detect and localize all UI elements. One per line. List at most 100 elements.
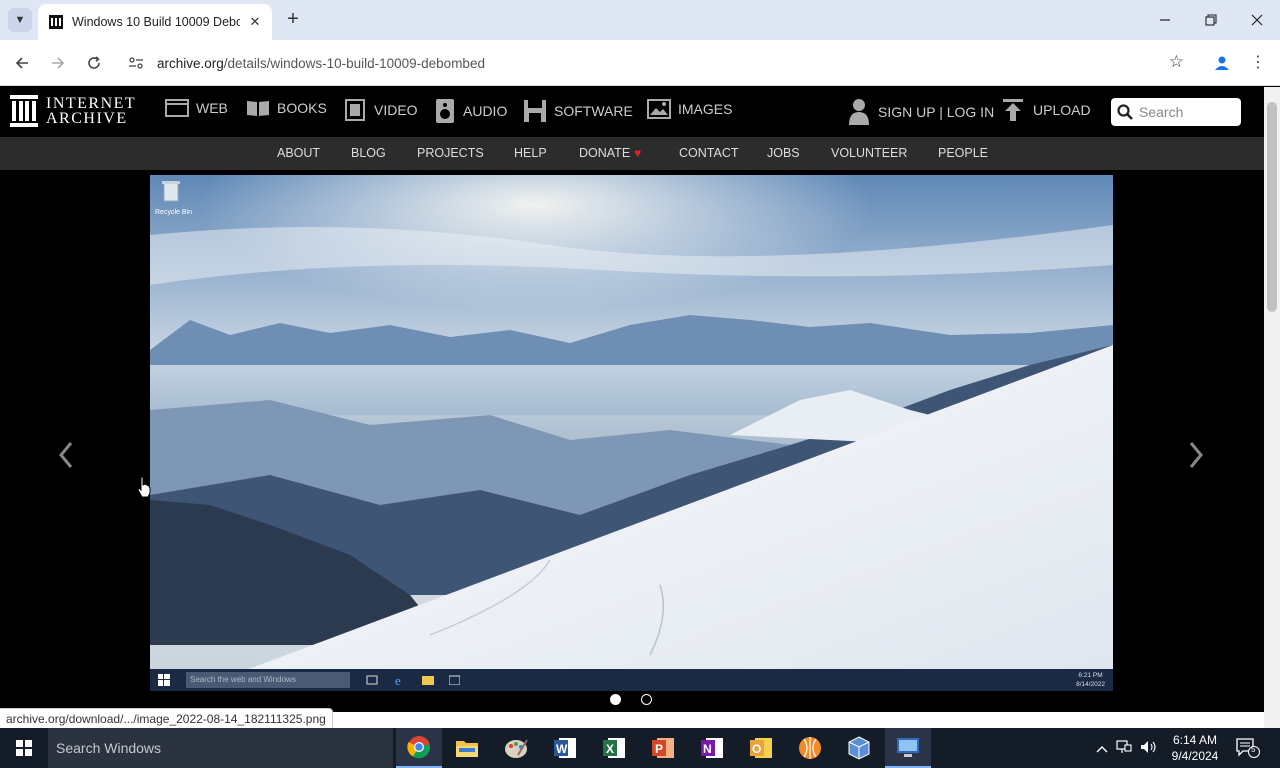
network-icon[interactable] — [1116, 739, 1132, 757]
recycle-bin-label: Recycle Bin — [155, 209, 192, 216]
taskbar-outlook[interactable]: O — [738, 728, 784, 768]
paint-palette-icon — [505, 739, 528, 758]
tab-close-icon[interactable]: ✕ — [246, 13, 264, 31]
inner-task-view-icon — [366, 675, 378, 685]
tab-strip: ▼ Windows 10 Build 10009 Debom ✕ + — [0, 0, 1280, 40]
nav-books[interactable]: BOOKS — [246, 99, 327, 117]
search-icon — [1117, 104, 1133, 120]
back-icon[interactable] — [10, 51, 34, 75]
logo-line-1: INTERNET — [46, 95, 137, 112]
taskbar-chrome[interactable] — [396, 728, 442, 768]
page-scrollbar[interactable] — [1264, 87, 1280, 728]
inner-start-icon — [158, 674, 170, 686]
subnav-jobs[interactable]: JOBS — [767, 146, 800, 160]
browser-tab[interactable]: Windows 10 Build 10009 Debom ✕ — [38, 4, 272, 40]
carousel-dot-1[interactable] — [610, 694, 621, 705]
ia-sub-nav: ABOUT BLOG PROJECTS HELP DONATE ♥ CONTACT… — [0, 137, 1264, 170]
svg-text:W: W — [556, 742, 568, 756]
close-window-icon[interactable] — [1234, 0, 1280, 40]
sign-up-login-link[interactable]: SIGN UP | LOG IN — [848, 99, 994, 125]
subnav-contact[interactable]: CONTACT — [679, 146, 739, 160]
taskbar-powerpoint[interactable]: P — [640, 728, 686, 768]
user-icon — [849, 99, 869, 125]
status-bar-link: archive.org/download/.../image_2022-08-1… — [0, 708, 333, 728]
word-icon: W — [554, 738, 576, 758]
recycle-bin-icon[interactable] — [162, 181, 180, 202]
svg-text:e: e — [395, 673, 401, 687]
svg-text:X: X — [606, 742, 614, 756]
subnav-blog[interactable]: BLOG — [351, 146, 386, 160]
bookmark-star-icon[interactable]: ☆ — [1169, 52, 1184, 72]
start-button[interactable] — [0, 728, 48, 768]
taskbar-search[interactable]: Search Windows — [48, 728, 393, 768]
ia-search-input[interactable] — [1139, 104, 1234, 120]
svg-text:P: P — [655, 742, 663, 756]
excel-icon: X — [603, 738, 625, 758]
windows-logo-icon — [16, 740, 32, 756]
minimize-icon[interactable] — [1142, 0, 1188, 40]
ia-search-box[interactable] — [1111, 98, 1241, 126]
hand-cursor-icon — [137, 476, 151, 498]
subnav-donate[interactable]: DONATE ♥ — [579, 146, 641, 160]
taskbar-file-explorer[interactable] — [444, 728, 490, 768]
upload-link[interactable]: UPLOAD — [1003, 99, 1091, 121]
tab-search-chevron-icon[interactable]: ▼ — [8, 8, 32, 32]
onenote-icon: N — [701, 738, 723, 758]
computer-app-icon — [897, 738, 919, 757]
taskbar-paint[interactable] — [493, 728, 539, 768]
books-icon — [247, 101, 269, 116]
video-film-icon — [345, 99, 365, 121]
subnav-projects[interactable]: PROJECTS — [417, 146, 484, 160]
scrollbar-thumb[interactable] — [1267, 102, 1277, 312]
image-theater: Recycle Bin Search the web and Windows e… — [0, 170, 1264, 715]
heart-icon: ♥ — [634, 146, 642, 160]
upload-arrow-icon — [1003, 99, 1023, 121]
system-tray — [1096, 728, 1158, 768]
taskbar-word[interactable]: W — [542, 728, 588, 768]
svg-text:N: N — [703, 742, 712, 756]
nav-images[interactable]: IMAGES — [647, 99, 732, 119]
taskbar-clock[interactable]: 6:14 AM 9/4/2024 — [1160, 732, 1230, 764]
software-floppy-icon — [524, 100, 546, 122]
restore-icon[interactable] — [1188, 0, 1234, 40]
forward-icon[interactable] — [46, 51, 70, 75]
carousel-dots — [610, 694, 652, 705]
carousel-dot-2[interactable] — [641, 694, 652, 705]
orange-orb-icon — [799, 737, 821, 759]
nav-web[interactable]: WEB — [165, 99, 228, 117]
nav-video[interactable]: VIDEO — [343, 99, 418, 121]
taskbar-onenote[interactable]: N — [689, 728, 735, 768]
volume-icon[interactable] — [1140, 740, 1158, 757]
web-icon — [165, 99, 189, 117]
inner-windows-taskbar: Search the web and Windows e 6:21 PM 8/1… — [150, 669, 1113, 691]
taskbar-virtualbox[interactable] — [836, 728, 882, 768]
nav-audio[interactable]: AUDIO — [434, 99, 507, 123]
address-bar[interactable]: archive.org/details/windows-10-build-100… — [118, 46, 1196, 80]
previous-image-arrow-icon[interactable] — [56, 440, 76, 470]
ia-logo[interactable]: INTERNET ARCHIVE — [10, 95, 136, 127]
taskbar-remote-app[interactable] — [885, 728, 931, 768]
reload-icon[interactable] — [82, 51, 106, 75]
next-image-arrow-icon[interactable] — [1186, 440, 1206, 470]
browser-menu-icon[interactable]: ⋮ — [1250, 51, 1266, 75]
svg-text:O: O — [752, 742, 761, 756]
subnav-about[interactable]: ABOUT — [277, 146, 320, 160]
taskbar-excel[interactable]: X — [591, 728, 637, 768]
logo-line-2: ARCHIVE — [46, 110, 128, 127]
notification-count: 5 — [1251, 745, 1256, 754]
tray-expand-chevron-icon[interactable] — [1096, 741, 1108, 756]
new-tab-icon[interactable]: + — [282, 9, 304, 31]
taskbar-media-app[interactable] — [787, 728, 833, 768]
subnav-people[interactable]: PEOPLE — [938, 146, 988, 160]
inner-ie-icon: e — [395, 673, 401, 687]
subnav-help[interactable]: HELP — [514, 146, 547, 160]
inner-store-icon — [449, 675, 460, 685]
profile-avatar-icon[interactable] — [1210, 51, 1234, 75]
site-info-icon[interactable] — [124, 51, 148, 75]
subnav-volunteer[interactable]: VOLUNTEER — [831, 146, 907, 160]
inner-explorer-icon — [422, 676, 434, 685]
windows-desktop-screenshot[interactable]: Recycle Bin Search the web and Windows e… — [150, 175, 1113, 691]
notification-center-icon[interactable]: 5 — [1236, 738, 1260, 758]
nav-software[interactable]: SOFTWARE — [523, 99, 633, 123]
folder-icon — [456, 741, 478, 757]
